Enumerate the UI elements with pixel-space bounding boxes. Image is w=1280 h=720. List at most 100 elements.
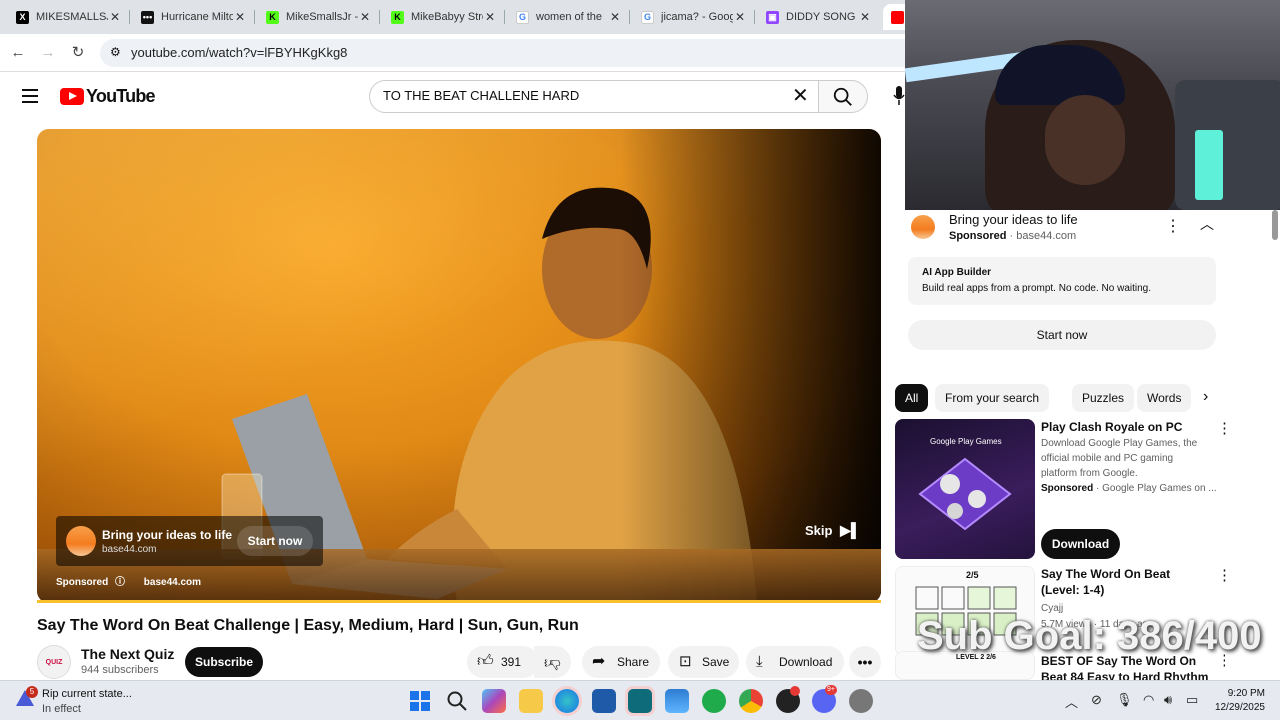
battery-icon[interactable]: ▭ <box>1186 692 1198 708</box>
system-clock[interactable]: 9:20 PM 12/29/2025 <box>1210 687 1265 715</box>
camera-off-icon[interactable]: ⊘ <box>1091 692 1102 708</box>
microphone-icon[interactable] <box>893 86 905 106</box>
close-tab-icon[interactable]: ✕ <box>608 10 622 24</box>
download-button[interactable]: ⤓ Download <box>746 646 844 678</box>
file-explorer-icon[interactable] <box>519 689 543 713</box>
sidebar-ad-title[interactable]: Bring your ideas to life <box>949 212 1078 227</box>
search-button[interactable] <box>818 80 868 113</box>
browser-tab[interactable]: X MIKESMALLSJR ✕ <box>8 4 130 30</box>
dislike-button[interactable]: 👍︎ <box>534 646 571 678</box>
search-input[interactable] <box>383 88 783 103</box>
video-title: Say The Word On Beat Challenge | Easy, M… <box>37 617 579 634</box>
url-text: youtube.com/watch?v=lFBYHKgKkg8 <box>131 45 348 60</box>
browser-tab[interactable]: ▣ DIDDY SONG ✕ <box>758 4 880 30</box>
edge-browser-icon[interactable] <box>555 689 579 713</box>
sponsored-domain[interactable]: base44.com <box>144 577 201 588</box>
chevron-right-icon[interactable]: › <box>1203 388 1208 406</box>
browser-tab[interactable]: G jicama? - Goog ✕ <box>633 4 755 30</box>
ad-progress-bar[interactable] <box>37 600 881 603</box>
discord-icon[interactable]: 9+ <box>812 685 837 713</box>
more-vert-icon[interactable]: ⋮ <box>1217 566 1232 584</box>
skip-ad-button[interactable]: Skip ▶▌ <box>805 522 861 539</box>
page-scrollbar[interactable] <box>1270 210 1280 680</box>
browser-tab[interactable]: ••• Hurricane Milton ✕ <box>133 4 255 30</box>
tab-title: Hurricane Milton <box>161 11 233 23</box>
url-field[interactable]: ⚙ youtube.com/watch?v=lFBYHKgKkg8 <box>100 39 905 67</box>
share-arrow-icon: ➦ <box>592 653 606 670</box>
webcam-overlay <box>905 0 1280 210</box>
browser-tab[interactable]: K MikeBabyy Stre ✕ <box>383 4 505 30</box>
more-actions-icon[interactable]: ••• <box>849 646 881 678</box>
info-icon[interactable]: ⓘ <box>115 577 125 588</box>
close-tab-icon[interactable]: ✕ <box>233 10 247 24</box>
youtube-logo-icon[interactable] <box>60 88 84 105</box>
windows-taskbar: 5 Rip current state... In effect 9+ ︿ ⊘ … <box>0 680 1280 720</box>
search-icon[interactable] <box>445 689 469 713</box>
download-ad-button[interactable]: Download <box>1041 529 1120 559</box>
channel-name[interactable]: The Next Quiz <box>81 646 174 662</box>
volume-icon[interactable]: 🔊︎ <box>1164 692 1172 708</box>
subscribe-button[interactable]: Subscribe <box>185 647 263 677</box>
recommendation-title[interactable]: Say The Word On Beat (Level: 1-4) <box>1041 566 1211 598</box>
google-favicon-icon: G <box>516 10 529 24</box>
reload-icon[interactable]: ↻ <box>68 43 88 63</box>
video-thumbnail[interactable]: Google Play Games <box>895 419 1035 559</box>
chip-all[interactable]: All <box>895 384 929 412</box>
wifi-icon[interactable]: ◠ <box>1143 692 1154 708</box>
thumbs-down-icon: 👍︎ <box>544 654 561 671</box>
kick-favicon-icon: K <box>391 10 404 24</box>
more-vert-icon[interactable]: ⋮ <box>1165 216 1181 236</box>
sponsored-label: Sponsored <box>56 577 109 588</box>
thumbs-up-icon: 👍︎ <box>477 653 494 670</box>
app-icon[interactable] <box>776 686 800 713</box>
start-menu-icon[interactable] <box>408 689 432 713</box>
android-app-icon[interactable] <box>702 689 726 713</box>
chrome-icon[interactable] <box>739 689 763 713</box>
save-button[interactable]: ⊡ Save <box>668 646 739 678</box>
ad-sponsored-line: Sponsored ⓘ base44.com <box>56 573 201 588</box>
site-settings-icon[interactable]: ⚙ <box>110 45 121 59</box>
browser-tab[interactable]: K MikeSmallsJr - ✕ <box>258 4 380 30</box>
like-count: 391 <box>501 655 522 669</box>
menu-icon[interactable] <box>22 89 38 103</box>
more-vert-icon[interactable]: ⋮ <box>1217 419 1232 437</box>
close-tab-icon[interactable]: ✕ <box>858 10 872 24</box>
recommendation-title[interactable]: Play Clash Royale on PC <box>1041 419 1211 435</box>
browser-tab[interactable]: G women of the ✕ <box>508 4 630 30</box>
app-icon[interactable] <box>628 689 652 713</box>
youtube-logo-text[interactable]: YouTube <box>86 86 156 107</box>
recommendation-channel[interactable]: Cyajj <box>1041 603 1063 614</box>
close-tab-icon[interactable]: ✕ <box>483 10 497 24</box>
chip-from-your-search[interactable]: From your search <box>935 384 1050 412</box>
channel-avatar[interactable]: QUIZ <box>37 645 71 679</box>
base44-logo-icon <box>911 215 935 239</box>
sidebar-ad-description[interactable]: AI App Builder Build real apps from a pr… <box>908 257 1216 305</box>
clear-search-icon[interactable]: ✕ <box>792 86 809 106</box>
store-icon[interactable] <box>592 689 616 713</box>
microphone-icon[interactable]: 🎙︎ <box>1116 692 1133 708</box>
forward-arrow-icon[interactable]: → <box>38 43 58 63</box>
tab-title: jicama? - Goog <box>661 11 733 23</box>
ad-start-now-button[interactable]: Start now <box>237 526 313 556</box>
tab-title: MikeSmallsJr - <box>286 11 358 23</box>
close-tab-icon[interactable]: ✕ <box>108 10 122 24</box>
chip-words[interactable]: Words <box>1137 384 1192 412</box>
copilot-icon[interactable] <box>482 689 506 713</box>
chip-puzzles[interactable]: Puzzles <box>1072 384 1135 412</box>
tab-title: MIKESMALLSJR <box>36 11 108 23</box>
recommendation-item[interactable]: Google Play Games Play Clash Royale on P… <box>895 419 1232 559</box>
close-tab-icon[interactable]: ✕ <box>358 10 372 24</box>
back-arrow-icon[interactable]: ← <box>8 43 28 63</box>
like-button[interactable]: 👍︎ 391 <box>467 646 539 678</box>
sidebar-ad-start-now-button[interactable]: Start now <box>908 320 1216 350</box>
ad-overlay-card[interactable]: Bring your ideas to life base44.com Star… <box>56 516 323 566</box>
photos-icon[interactable] <box>665 689 689 713</box>
chevron-up-icon[interactable]: ︿ <box>1200 214 1214 234</box>
close-tab-icon[interactable]: ✕ <box>733 10 747 24</box>
chevron-up-icon[interactable]: ︿ <box>1065 692 1078 711</box>
search-box[interactable] <box>369 80 819 113</box>
share-button[interactable]: ➦ Share <box>582 646 660 678</box>
settings-gear-icon[interactable] <box>849 689 873 713</box>
browser-tab-active[interactable] <box>883 4 905 30</box>
tab-title: DIDDY SONG <box>786 11 856 23</box>
